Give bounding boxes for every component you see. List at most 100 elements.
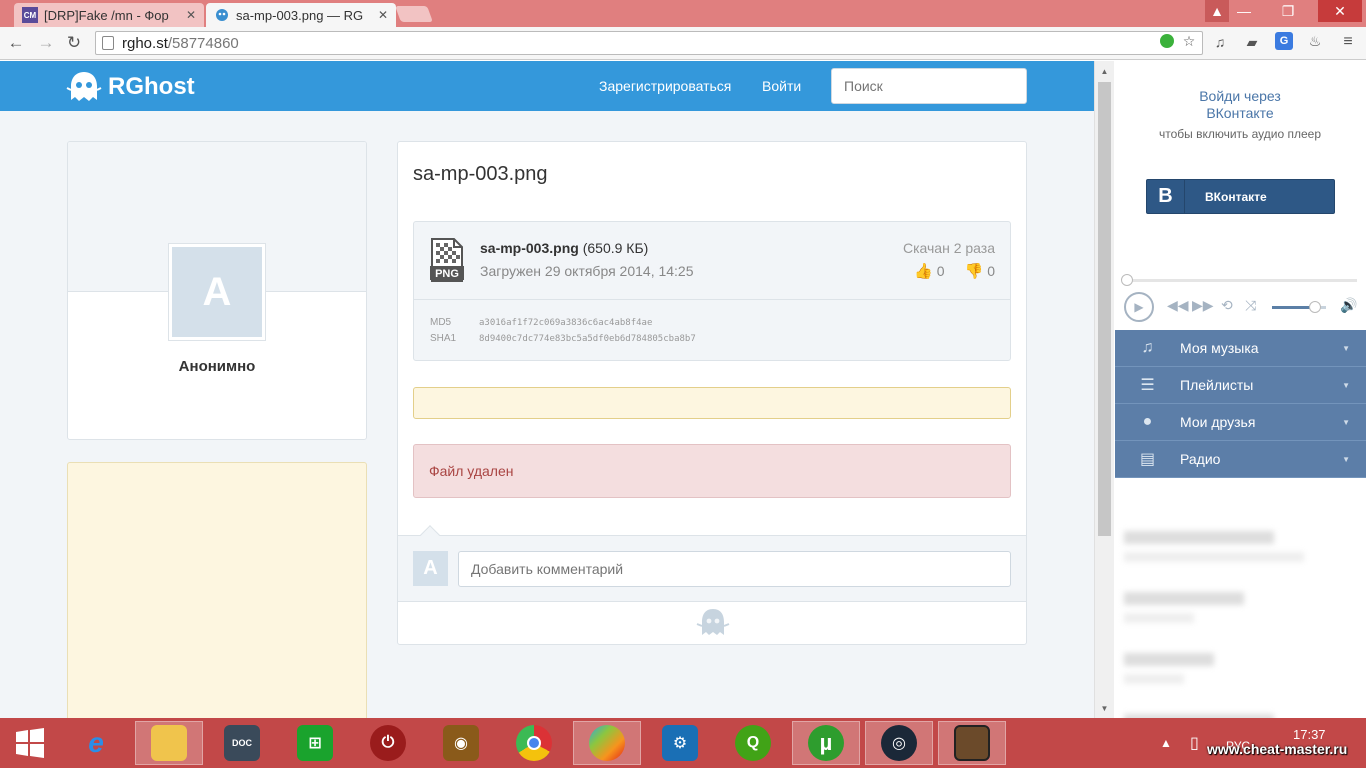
thumbs-down-icon[interactable]: 👎 — [965, 262, 984, 280]
reload-icon[interactable]: ↻ — [64, 33, 84, 53]
start-button[interactable] — [0, 721, 60, 765]
chrome-icon — [516, 725, 552, 761]
avatar[interactable]: A — [169, 244, 265, 340]
register-link[interactable]: Зарегистрироваться — [599, 78, 731, 94]
taskbar-gta[interactable] — [938, 721, 1006, 765]
bookmark-star-icon[interactable]: ☆ — [1180, 32, 1198, 50]
close-window-icon[interactable]: ✕ — [1318, 0, 1362, 22]
taskbar-doc[interactable]: DOC — [208, 721, 276, 765]
volume-slider[interactable] — [1272, 301, 1326, 313]
vk-music-panel: Войди через ВКонтакте чтобы включить ауд… — [1114, 61, 1366, 718]
comment-caret — [420, 525, 440, 545]
chevron-down-icon: ▼ — [1342, 343, 1350, 353]
taskbar-audio[interactable]: ◉ — [427, 721, 495, 765]
search-input[interactable] — [831, 68, 1027, 104]
vk-menu-label: Радио — [1180, 451, 1221, 467]
vk-login-link-line1[interactable]: Войди через — [1199, 88, 1281, 104]
tab-close-icon[interactable]: ✕ — [378, 8, 388, 22]
previous-icon[interactable]: ◀◀ — [1167, 297, 1189, 314]
tab-close-icon[interactable]: ✕ — [186, 8, 196, 22]
comment-avatar: A — [413, 551, 448, 586]
url-host: rgho.st — [122, 34, 168, 52]
playlist-ext-icon[interactable]: ♫ — [1211, 33, 1229, 51]
watermark-text: www.cheat-master.ru — [1207, 741, 1348, 757]
taskbar-app-colorful[interactable] — [573, 721, 641, 765]
vk-menu-friends[interactable]: ● Мои друзья ▼ — [1115, 404, 1366, 441]
tab-drp-fake[interactable]: CM [DRP]Fake /mn - Фор ✕ — [14, 3, 204, 27]
progress-knob[interactable] — [1121, 274, 1133, 286]
png-icon-label: PNG — [435, 268, 459, 280]
tab-sa-mp[interactable]: sa-mp-003.png — RG ✕ — [206, 3, 396, 27]
scrollbar-thumb[interactable] — [1098, 82, 1111, 536]
user-name[interactable]: Анонимно — [68, 358, 366, 375]
chat-ext-icon[interactable]: ▰ — [1243, 33, 1261, 51]
file-size: (650.9 КБ) — [582, 240, 649, 256]
login-link[interactable]: Войти — [762, 78, 801, 94]
url-path: /58774860 — [167, 34, 239, 52]
next-icon[interactable]: ▶▶ — [1192, 297, 1214, 314]
radio-icon: ▤ — [1139, 451, 1156, 468]
ad-block — [67, 462, 367, 718]
taskbar-explorer[interactable] — [135, 721, 203, 765]
taskbar-chrome[interactable] — [500, 721, 568, 765]
clock-time[interactable]: 17:37 — [1293, 727, 1326, 742]
tray-arrow-icon[interactable]: ▲ — [1160, 736, 1172, 750]
repeat-icon[interactable]: ⟲ — [1221, 297, 1233, 314]
upload-date: Загружен 29 октября 2014, 14:25 — [480, 263, 694, 279]
vk-menu-radio[interactable]: ▤ Радио ▼ — [1115, 441, 1366, 478]
taskbar-qt[interactable]: Q — [719, 721, 787, 765]
vk-login-prompt: Войди через ВКонтакте — [1114, 88, 1366, 122]
taskbar-power[interactable]: ⏻ — [354, 721, 422, 765]
back-icon[interactable]: ← — [6, 33, 26, 53]
speaker-icon[interactable]: 🔊 — [1340, 297, 1357, 314]
comment-input[interactable] — [458, 551, 1011, 587]
site-logo[interactable]: RGhost — [66, 70, 195, 104]
taskbar-store[interactable]: ⊞ — [281, 721, 349, 765]
taskbar-steam[interactable]: ◎ — [865, 721, 933, 765]
shuffle-icon[interactable]: ⤨ — [1245, 297, 1256, 314]
vk-menu-my-music[interactable]: ♫ Моя музыка ▼ — [1115, 330, 1366, 367]
png-file-icon: PNG — [430, 238, 464, 282]
forward-icon[interactable]: → — [36, 33, 56, 53]
taskbar-utorrent[interactable]: µ — [792, 721, 860, 765]
tray-device-icon[interactable]: ▯ — [1190, 733, 1199, 753]
volume-knob[interactable] — [1309, 301, 1322, 313]
vk-menu-playlists[interactable]: ☰ Плейлисты ▼ — [1115, 367, 1366, 404]
scroll-up-icon[interactable]: ▲ — [1095, 63, 1114, 79]
scroll-down-icon[interactable]: ▼ — [1095, 700, 1114, 716]
like-count: 0 — [936, 263, 945, 279]
sha1-row: SHA1 8d9400c7dc774e83bc5a5df0eb6d784805cb… — [430, 333, 696, 344]
windows-taskbar: e DOC ⊞ ⏻ ◉ ⚙ Q µ ◎ ▲ ▯ РУС 17:37 — [0, 718, 1366, 768]
minimize-icon[interactable]: — — [1231, 0, 1257, 22]
divider — [414, 299, 1010, 300]
vk-login-link-line2[interactable]: ВКонтакте — [1206, 105, 1273, 121]
vk-login-button[interactable]: B ВКонтакте — [1146, 179, 1335, 214]
new-tab-button[interactable] — [395, 6, 433, 22]
user-icon[interactable]: ▲ — [1205, 0, 1229, 22]
chevron-down-icon: ▼ — [1342, 417, 1350, 427]
track-progress-slider[interactable] — [1121, 274, 1357, 286]
folder-icon — [151, 725, 187, 761]
lock-icon[interactable] — [1158, 32, 1176, 50]
maximize-icon[interactable]: ❐ — [1259, 0, 1317, 22]
browser-toolbar: ← → ↻ rgho.st/58774860 ☆ ♫ ▰ G ♨ ≡ — [0, 27, 1366, 60]
taskbar-ie[interactable]: e — [62, 721, 130, 765]
tab-title: sa-mp-003.png — RG — [236, 7, 364, 23]
translate-ext-icon[interactable]: G — [1275, 32, 1293, 50]
power-icon: ⏻ — [370, 725, 406, 761]
chevron-down-icon: ▼ — [1342, 454, 1350, 464]
user-card: A Анонимно — [67, 141, 367, 440]
play-icon[interactable]: ▶ — [1124, 292, 1154, 322]
page-icon — [102, 36, 114, 50]
vk-menu: ♫ Моя музыка ▼ ☰ Плейлисты ▼ ● Мои друзь… — [1115, 330, 1366, 478]
internet-explorer-icon: e — [88, 727, 104, 758]
page-scrollbar[interactable]: ▲ ▼ — [1094, 61, 1114, 718]
thumbs-up-icon[interactable]: 👍 — [914, 262, 933, 280]
taskbar-settings[interactable]: ⚙ — [646, 721, 714, 765]
file-deleted-alert: Файл удален — [413, 444, 1011, 498]
settings-app-icon: ⚙ — [662, 725, 698, 761]
blurred-track-list — [1124, 531, 1354, 718]
menu-icon[interactable]: ≡ — [1339, 33, 1357, 51]
address-bar[interactable]: rgho.st/58774860 — [95, 31, 1203, 55]
extension-icon[interactable]: ♨ — [1306, 32, 1324, 50]
